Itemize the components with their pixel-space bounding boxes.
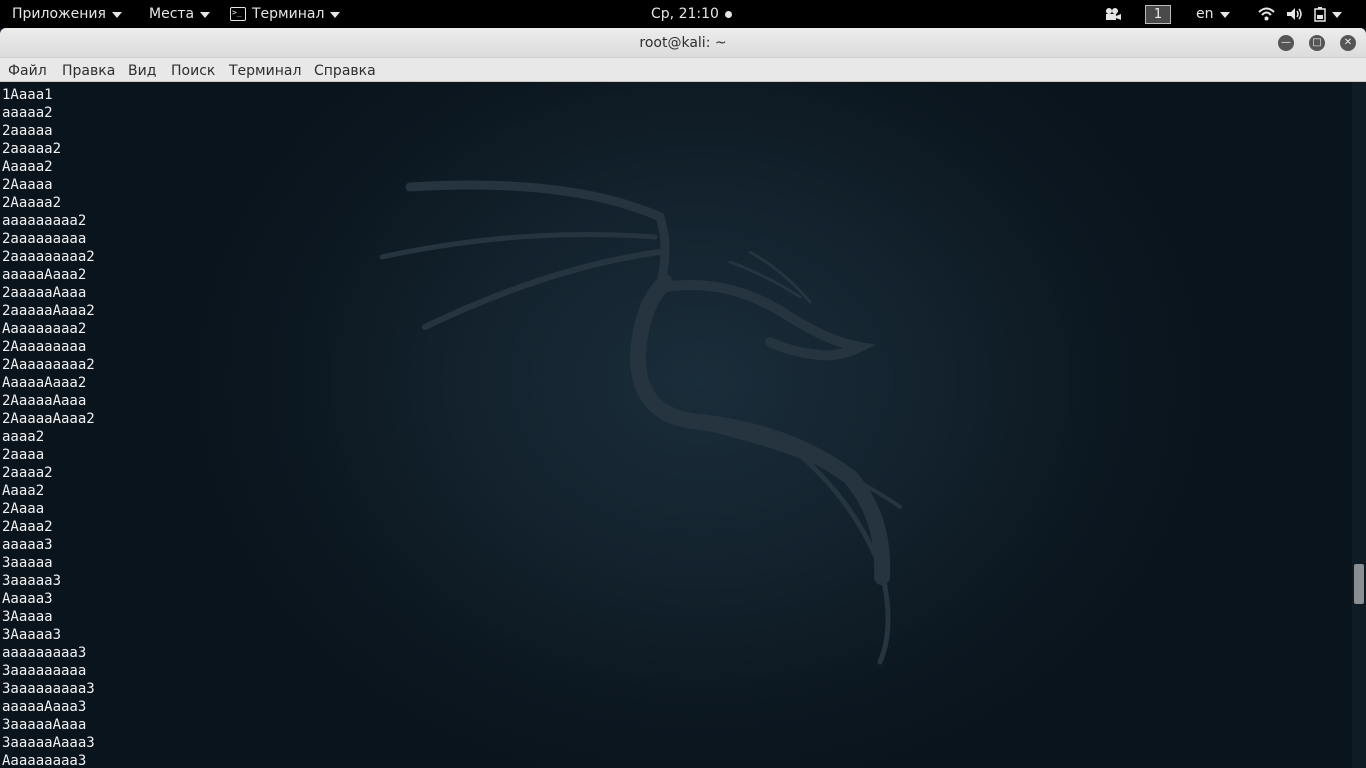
terminal-line: 2aaaaa2 (2, 141, 62, 157)
chevron-down-icon (111, 12, 122, 18)
terminal-line: aaaaaAaaa2 (2, 267, 87, 283)
chevron-down-icon (330, 12, 341, 18)
battery-icon (1314, 7, 1326, 22)
terminal-app-menu[interactable]: >_ Терминал (230, 0, 341, 28)
wifi-icon (1258, 7, 1275, 21)
terminal-line: aaaaa2 (2, 105, 53, 121)
chevron-down-icon (1219, 12, 1230, 18)
terminal-line: Aaaa2 (2, 483, 45, 499)
minimize-icon: — (1281, 37, 1291, 48)
terminal-line: 2aaaa2 (2, 465, 53, 481)
terminal-line: 1Aaaa1 (2, 87, 53, 103)
terminal-line: 2Aaaa2 (2, 519, 53, 535)
power-menu[interactable] (1314, 0, 1342, 28)
terminal-line: 3aaaaa3 (2, 573, 62, 589)
wifi-indicator[interactable] (1258, 0, 1275, 28)
terminal-line: 3Aaaaa (2, 609, 53, 625)
terminal-scrollbar[interactable] (1352, 82, 1366, 768)
window-titlebar[interactable]: root@kali: ~ — □ ✕ (0, 28, 1366, 58)
chevron-down-icon (1332, 12, 1342, 18)
terminal-line: Aaaaaaaaa2 (2, 321, 87, 337)
terminal-line: 3aaaaaaaaa3 (2, 681, 95, 697)
volume-indicator[interactable] (1286, 0, 1304, 28)
terminal-line: 3aaaaaaaaa (2, 663, 87, 679)
places-label: Места (149, 6, 195, 22)
camera-indicator[interactable] (1104, 0, 1122, 28)
workspace-number: 1 (1145, 4, 1171, 24)
terminal-line: 2Aaaaaaaaa2 (2, 357, 95, 373)
maximize-icon: □ (1312, 37, 1322, 48)
terminal-line: AaaaaAaaa2 (2, 375, 87, 391)
terminal-line: 2Aaaaa2 (2, 195, 62, 211)
terminal-line: aaaaa3 (2, 537, 53, 553)
menu-search[interactable]: Поиск (171, 58, 215, 84)
keyboard-layout[interactable]: en (1196, 0, 1230, 28)
keyboard-layout-label: en (1196, 6, 1214, 22)
menu-edit[interactable]: Правка (62, 58, 115, 84)
volume-icon (1287, 8, 1302, 20)
terminal-line: aaaaaaaaa3 (2, 645, 87, 661)
terminal-line: 2aaaaaAaaa (2, 285, 87, 301)
kali-dragon-icon (379, 180, 902, 665)
clock[interactable]: Ср, 21:10 (651, 0, 732, 28)
terminal-line: 3Aaaaa3 (2, 627, 62, 643)
terminal-line: 3aaaaa (2, 555, 53, 571)
close-icon: ✕ (1343, 37, 1353, 48)
terminal-icon: >_ (230, 7, 246, 21)
terminal-line: aaaaaaaaa2 (2, 213, 87, 229)
camera-icon (1106, 8, 1121, 20)
terminal-app-label: Терминал (252, 6, 325, 22)
terminal-line: 2aaaa (2, 447, 45, 463)
terminal-line: Aaaaa2 (2, 159, 53, 175)
applications-menu[interactable]: Приложения (12, 0, 122, 28)
terminal-line: 2Aaaa (2, 501, 45, 517)
menu-bar: Файл Правка Вид Поиск Терминал Справка (0, 58, 1366, 82)
terminal-line: aaaaaAaaa3 (2, 699, 87, 715)
record-dot-icon (724, 10, 732, 18)
terminal-output: 1Aaaa1 aaaaa2 2aaaaa 2aaaaa2 Aaaaa2 2Aaaaa 2Aa… (2, 86, 95, 768)
workspace-indicator[interactable]: 1 (1145, 0, 1171, 28)
menu-view[interactable]: Вид (128, 58, 156, 84)
terminal-line: 2aaaaa (2, 123, 53, 139)
terminal-line: 2aaaaaAaaa2 (2, 303, 95, 319)
maximize-button[interactable]: □ (1309, 35, 1325, 51)
menu-file[interactable]: Файл (8, 58, 47, 84)
window-title: root@kali: ~ (639, 35, 727, 51)
terminal-line: aaaa2 (2, 429, 45, 445)
terminal-line: 2aaaaaaaaa (2, 231, 87, 247)
terminal-line: 2aaaaaaaaa2 (2, 249, 95, 265)
terminal-line: Aaaaa3 (2, 591, 53, 607)
menu-terminal[interactable]: Терминал (229, 58, 301, 84)
terminal-line: 2Aaaaaaaaa (2, 339, 87, 355)
terminal-line: Aaaaaaaaa3 (2, 753, 87, 768)
terminal-area[interactable]: 1Aaaa1 aaaaa2 2aaaaa 2aaaaa2 Aaaaa2 2Aaaaa 2Aa… (0, 82, 1352, 768)
chevron-down-icon (200, 12, 211, 18)
top-panel: Приложения Места >_ Терминал Ср, 21:10 1… (0, 0, 1366, 28)
menu-help[interactable]: Справка (314, 58, 376, 84)
minimize-button[interactable]: — (1278, 35, 1294, 51)
scrollbar-thumb[interactable] (1354, 564, 1364, 604)
close-button[interactable]: ✕ (1340, 35, 1356, 51)
applications-label: Приложения (12, 6, 106, 22)
terminal-line: 2Aaaaa (2, 177, 53, 193)
terminal-line: 2AaaaaAaaa2 (2, 411, 95, 427)
terminal-line: 3aaaaaAaaa3 (2, 735, 95, 751)
clock-text: Ср, 21:10 (651, 6, 719, 22)
places-menu[interactable]: Места (149, 0, 211, 28)
terminal-line: 2AaaaaAaaa (2, 393, 87, 409)
terminal-line: 3aaaaaAaaa (2, 717, 87, 733)
